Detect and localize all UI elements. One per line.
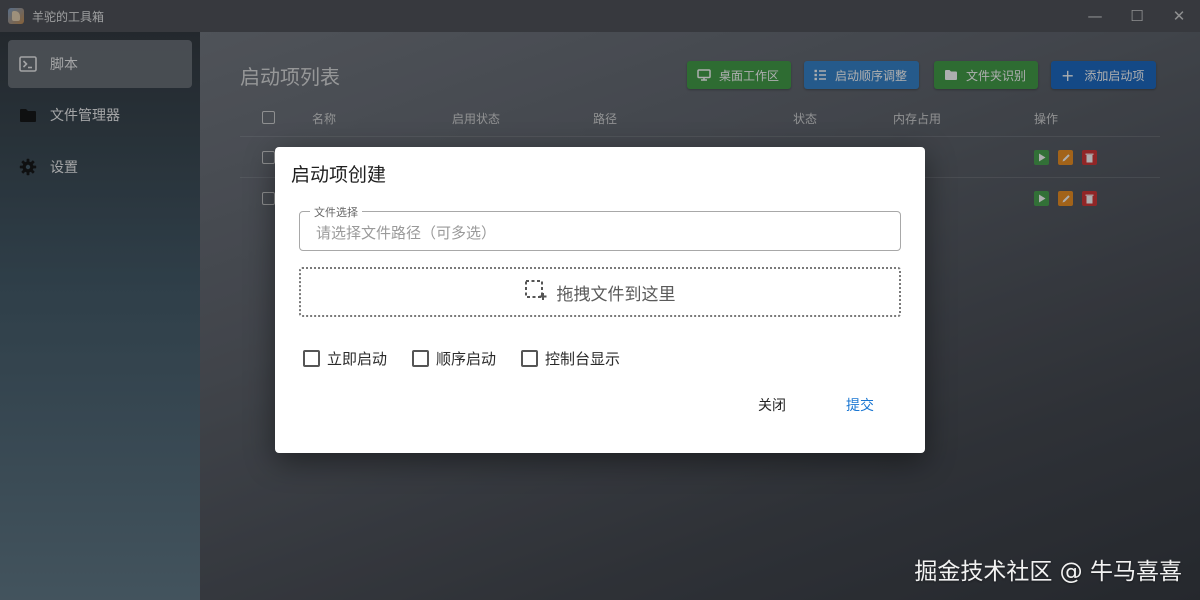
close-button[interactable]: 关闭 (758, 395, 786, 415)
watermark: 掘金技术社区 @ 牛马喜喜 (914, 559, 1182, 585)
dropzone-label: 拖拽文件到这里 (556, 284, 676, 305)
dialog-title: 启动项创建 (291, 164, 387, 186)
console-display-checkbox[interactable]: 控制台显示 (521, 348, 620, 369)
checkbox-label: 立即启动 (327, 350, 388, 368)
sequential-start-checkbox[interactable]: 顺序启动 (412, 348, 496, 369)
drop-select-icon (524, 280, 547, 304)
file-select-placeholder: 请选择文件路径（可多选） (316, 224, 497, 242)
checkbox-box[interactable] (412, 350, 429, 367)
immediate-start-checkbox[interactable]: 立即启动 (303, 348, 387, 369)
checkbox-label: 顺序启动 (436, 350, 497, 368)
file-dropzone[interactable]: 拖拽文件到这里 (299, 267, 901, 317)
checkbox-label: 控制台显示 (545, 350, 621, 368)
checkbox-box[interactable] (521, 350, 538, 367)
file-select-field[interactable]: 文件选择 请选择文件路径（可多选） (299, 204, 901, 251)
submit-button[interactable]: 提交 (846, 395, 874, 415)
create-startup-dialog: 启动项创建 文件选择 请选择文件路径（可多选） 拖拽文件到这里 立即启动 顺序启… (275, 147, 925, 453)
checkbox-box[interactable] (303, 350, 320, 367)
file-select-legend: 文件选择 (310, 204, 362, 220)
